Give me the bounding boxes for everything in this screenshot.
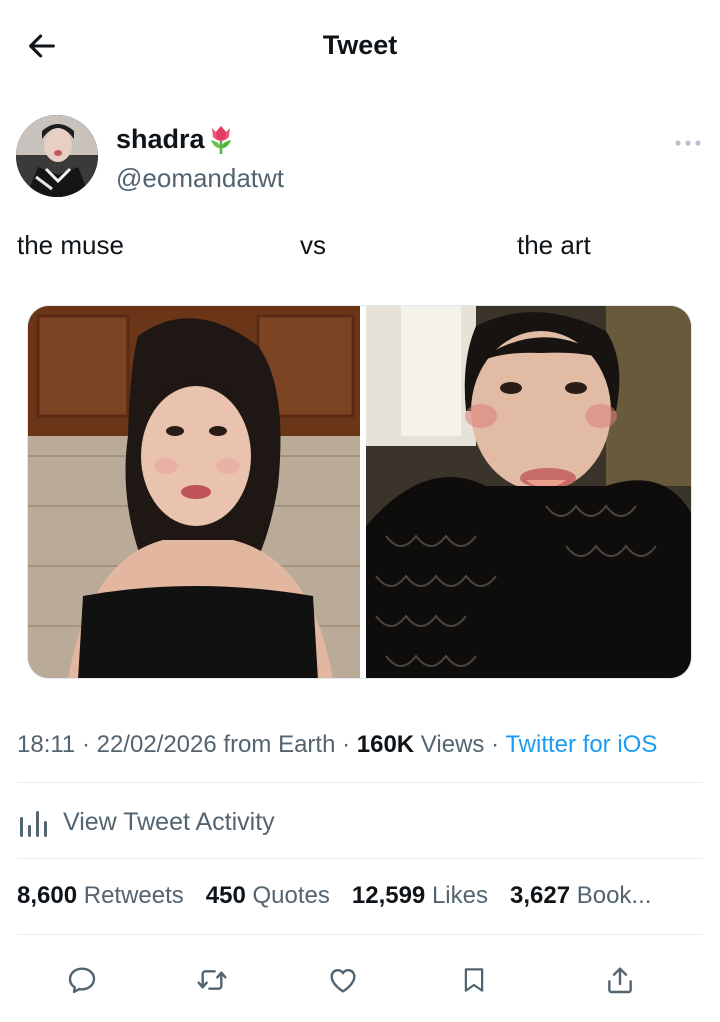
reply-icon [68,967,96,994]
retweets-count: 8,600 [17,882,78,909]
more-horizontal-icon [675,140,701,146]
share-icon [608,967,632,994]
photo-left[interactable] [28,306,360,678]
source-link[interactable]: Twitter for iOS [505,731,657,758]
top-bar: Tweet [0,0,720,92]
view-activity-label: View Tweet Activity [63,807,275,836]
bookmark-icon [464,968,484,992]
tweet-text-part: vs [300,230,326,260]
photo-right-image [366,306,691,678]
display-name[interactable]: shadra [116,123,234,155]
meta-separator: · [335,731,357,758]
display-name-text: shadra [116,123,205,154]
retweet-icon [197,970,227,990]
divider [17,858,703,859]
retweets-stat[interactable]: 8,600 Retweets [17,882,184,910]
retweets-label: Retweets [77,882,184,909]
more-button[interactable] [670,129,706,157]
action-bar [0,948,720,1008]
avatar-image [16,115,98,197]
quotes-label: Quotes [245,882,330,909]
tweet-text-part: the art [517,230,591,260]
avatar[interactable] [16,115,98,197]
like-icon [330,968,356,993]
bookmark-button[interactable] [452,958,496,1002]
bookmarks-stat[interactable]: 3,627 Book... [510,882,651,910]
tweet-date: 22/02/2026 from Earth [96,731,336,758]
likes-stat[interactable]: 12,599 Likes [352,882,488,910]
photo-right[interactable] [366,306,691,678]
bookmarks-label: Book... [570,882,652,909]
photo-left-image [28,306,360,678]
quotes-count: 450 [205,882,246,909]
bookmarks-count: 3,627 [509,882,571,909]
tweet-meta: 18:11 · 22/02/2026 from Earth · 160K Vie… [17,731,657,759]
meta-separator: · [75,731,97,758]
tweet-media [27,305,692,679]
user-handle[interactable]: @eomandatwt [116,163,284,194]
tweet-stats: 8,600 Retweets 450 Quotes 12,599 Likes 3… [17,882,651,910]
like-button[interactable] [321,958,365,1002]
tweet-author: shadra @eomandatwt [16,115,706,199]
divider [17,782,703,783]
share-button[interactable] [598,958,642,1002]
quotes-stat[interactable]: 450 Quotes [206,882,330,910]
retweet-button[interactable] [190,958,234,1002]
bar-chart-icon [20,811,47,837]
views-label: Views [414,731,485,758]
views-count: 160K [356,731,415,758]
likes-label: Likes [425,882,488,909]
tweet-time: 18:11 [17,731,76,758]
view-activity-button[interactable]: View Tweet Activity [17,800,275,844]
reply-button[interactable] [60,958,104,1002]
meta-separator: · [484,731,506,758]
likes-count: 12,599 [351,882,426,909]
divider [17,934,703,935]
tweet-text-part: the muse [17,230,124,260]
page-title: Tweet [322,30,398,60]
tulip-icon [210,126,231,154]
